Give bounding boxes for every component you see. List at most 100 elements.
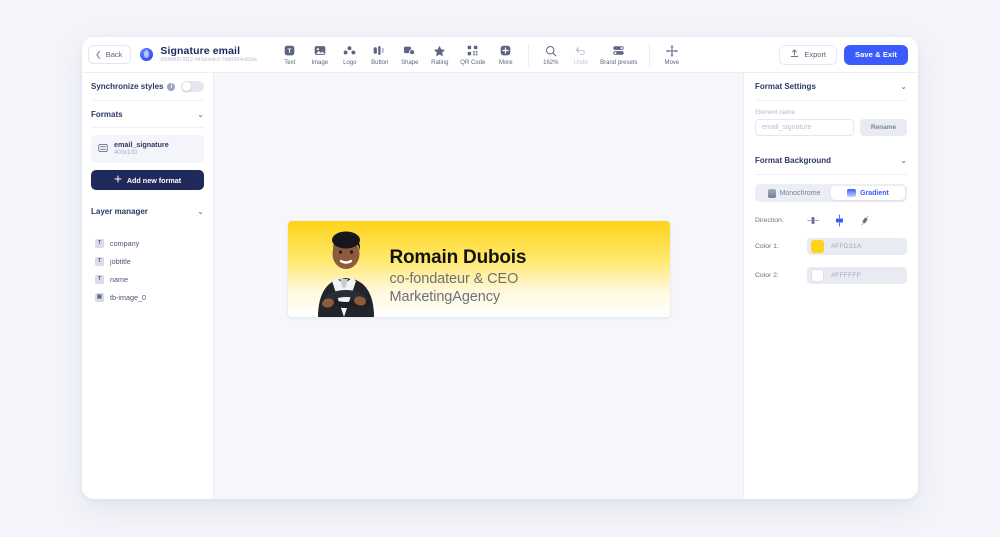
- synchronize-styles-toggle[interactable]: [181, 81, 204, 92]
- email-signature-banner[interactable]: Romain Dubois co-fondateur & CEO Marketi…: [287, 221, 670, 317]
- layer-item-name[interactable]: T name: [91, 270, 204, 288]
- direction-vertical-icon[interactable]: [833, 214, 845, 226]
- image-icon: [314, 44, 326, 58]
- chevron-down-icon-format-settings: ⌄: [900, 82, 907, 91]
- segment-gradient-label: Gradient: [860, 189, 889, 197]
- direction-label: Direction:: [755, 216, 784, 224]
- back-button-label: Back: [105, 50, 123, 59]
- chevron-down-icon: ⌄: [197, 109, 204, 119]
- direction-row: Direction:: [755, 214, 907, 226]
- logo-icon: [343, 44, 356, 58]
- format-background-header[interactable]: Format Background ⌄: [755, 147, 907, 175]
- banner-role: co-fondateur & CEO: [389, 271, 519, 287]
- tool-logo[interactable]: Logo: [335, 44, 365, 66]
- layer-manager-label: Layer manager: [91, 207, 148, 216]
- banner-company: MarketingAgency: [389, 289, 501, 305]
- layer-list: T company T jobtitle T name ▣ tb-image_0: [91, 234, 204, 306]
- banner-name: Romain Dubois: [389, 247, 527, 268]
- format-item-email-signature[interactable]: email_signature 400x100: [91, 135, 204, 163]
- back-button[interactable]: ❮ Back: [88, 45, 132, 64]
- layer-item-tb-image-0[interactable]: ▣ tb-image_0: [91, 288, 204, 306]
- segment-monochrome[interactable]: Monochrome: [757, 186, 831, 200]
- direction-diagonal-icon[interactable]: [859, 214, 871, 226]
- toolbar-divider: [527, 43, 529, 66]
- move-button[interactable]: Move: [657, 44, 687, 66]
- button-icon: [373, 44, 386, 58]
- info-icon[interactable]: i: [167, 82, 176, 91]
- tool-image-label: Image: [311, 59, 329, 66]
- text-layer-icon: T: [95, 238, 104, 248]
- tool-image[interactable]: Image: [305, 44, 335, 66]
- avatar: [288, 221, 384, 317]
- insert-tools: T Text Image Logo Button Shape Rating QR…: [275, 44, 521, 66]
- page-title: Signature email: [160, 44, 241, 57]
- element-name-row: email_signature Rename: [755, 119, 907, 136]
- rename-button[interactable]: Rename: [860, 119, 907, 136]
- plus-icon: [114, 175, 122, 185]
- top-toolbar: ❮ Back Signature email d3dfdf00-5f12-441…: [82, 37, 918, 73]
- color-2-field[interactable]: #FFFFFF: [807, 267, 907, 284]
- undo-label: Undo: [573, 59, 588, 66]
- star-icon: [433, 44, 446, 58]
- segment-gradient[interactable]: Gradient: [831, 186, 905, 200]
- qr-code-icon: [467, 44, 478, 58]
- zoom-control[interactable]: 162%: [536, 44, 566, 66]
- layer-item-label: company: [110, 238, 140, 248]
- export-button[interactable]: Export: [779, 44, 838, 65]
- add-new-format-label: Add new format: [126, 175, 182, 185]
- undo-icon: [575, 44, 587, 58]
- tool-rating[interactable]: Rating: [425, 44, 455, 66]
- brand-presets-label: Brand presets: [600, 59, 638, 66]
- document-title-block: Signature email d3dfdf00-5f12-441d-bdcd-…: [160, 44, 257, 64]
- undo-button[interactable]: Undo: [566, 44, 596, 66]
- format-item-size: 400x100: [114, 149, 138, 156]
- document-id: d3dfdf00-5f12-441d-bdcd-7dd0084e83da: [160, 57, 257, 64]
- save-and-exit-button[interactable]: Save & Exit: [844, 44, 908, 65]
- format-settings-label: Format Settings: [755, 82, 816, 91]
- layer-item-company[interactable]: T company: [91, 234, 204, 252]
- color-2-row: Color 2: #FFFFFF: [755, 267, 907, 284]
- background-type-segmented-control: Monochrome Gradient: [755, 184, 907, 202]
- right-panel: Format Settings ⌄ Element name email_sig…: [743, 73, 918, 499]
- format-icon: [98, 140, 108, 158]
- layer-item-label: name: [110, 274, 128, 284]
- text-layer-icon: T: [95, 256, 104, 266]
- tool-shape-label: Shape: [401, 59, 419, 66]
- color-1-row: Color 1: #FFD31A: [755, 238, 907, 255]
- layer-item-jobtitle[interactable]: T jobtitle: [91, 252, 204, 270]
- layer-item-label: tb-image_0: [110, 292, 146, 302]
- workspace: Synchronize styles i Formats ⌄ email_sig…: [82, 73, 918, 499]
- tool-qr-code[interactable]: QR Code: [455, 44, 491, 66]
- color-2-swatch[interactable]: [811, 269, 824, 282]
- color-1-swatch[interactable]: [811, 240, 824, 253]
- element-name-input[interactable]: email_signature: [755, 119, 854, 136]
- image-layer-icon: ▣: [95, 292, 104, 302]
- tool-more[interactable]: More: [491, 44, 521, 66]
- color-1-value: #FFD31A: [831, 243, 862, 250]
- tool-shape[interactable]: Shape: [395, 44, 425, 66]
- brand-presets-button[interactable]: Brand presets: [596, 44, 642, 66]
- color-1-field[interactable]: #FFD31A: [807, 238, 907, 255]
- color-1-label: Color 1:: [755, 243, 779, 250]
- text-layer-icon: T: [95, 274, 104, 284]
- monochrome-icon: [767, 188, 776, 198]
- export-label: Export: [804, 50, 827, 59]
- segment-monochrome-label: Monochrome: [779, 189, 821, 197]
- format-background-label: Format Background: [755, 156, 832, 165]
- banner-text: Romain Dubois co-fondateur & CEO Marketi…: [390, 247, 527, 317]
- chevron-left-icon: ❮: [95, 49, 102, 59]
- synchronize-styles-row: Synchronize styles i: [91, 73, 204, 101]
- app-window: ❮ Back Signature email d3dfdf00-5f12-441…: [82, 37, 918, 499]
- zoom-level-label: 162%: [543, 59, 559, 66]
- canvas-area[interactable]: Romain Dubois co-fondateur & CEO Marketi…: [214, 73, 743, 499]
- direction-horizontal-icon[interactable]: [807, 214, 819, 226]
- tool-text-label: Text: [284, 59, 296, 66]
- tool-button[interactable]: Button: [365, 44, 395, 66]
- format-settings-header[interactable]: Format Settings ⌄: [755, 73, 907, 101]
- topbar-actions: Export Save & Exit: [779, 44, 910, 65]
- toolbar-divider-2: [648, 43, 650, 66]
- tool-text[interactable]: T Text: [275, 44, 305, 66]
- layer-manager-header[interactable]: Layer manager ⌄: [91, 198, 204, 225]
- add-new-format-button[interactable]: Add new format: [91, 170, 204, 190]
- formats-section-header[interactable]: Formats ⌄: [91, 101, 204, 128]
